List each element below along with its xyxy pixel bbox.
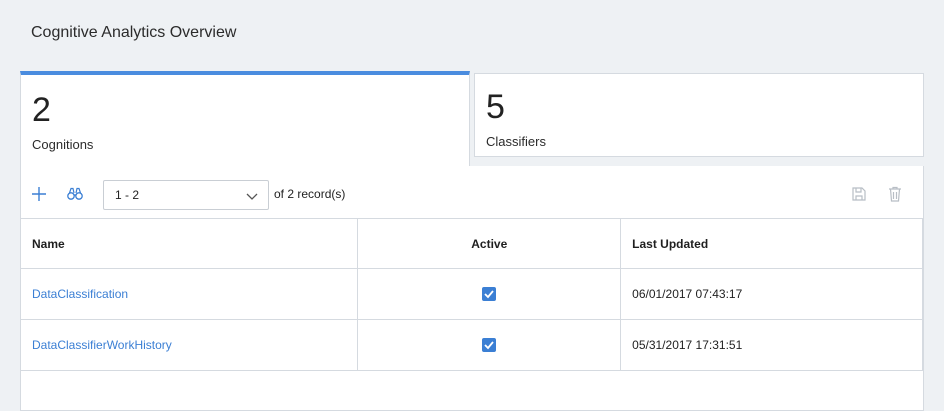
tab-label: Cognitions — [32, 137, 94, 152]
summary-tabs: 2 Cognitions 5 Classifiers — [20, 71, 924, 167]
plus-icon[interactable] — [30, 185, 48, 203]
row-last-updated: 06/01/2017 07:43:17 — [620, 268, 923, 320]
row-name-link[interactable]: DataClassifierWorkHistory — [32, 338, 172, 352]
tab-cognitions[interactable]: 2 Cognitions — [20, 71, 470, 167]
row-name-cell: DataClassification — [21, 268, 359, 320]
table-row: DataClassifierWorkHistory 05/31/2017 17:… — [21, 319, 923, 371]
table-header-row: Name Active Last Updated — [21, 218, 923, 269]
trash-icon[interactable] — [886, 185, 904, 203]
page-range-value: 1 - 2 — [115, 188, 140, 202]
active-checkbox[interactable] — [482, 287, 497, 302]
column-header-last-updated[interactable]: Last Updated — [620, 218, 923, 269]
column-header-name[interactable]: Name — [21, 218, 359, 269]
table-row: DataClassification 06/01/2017 07:43:17 — [21, 268, 923, 320]
toolbar: 1 - 2 of 2 record(s) — [21, 166, 923, 218]
column-header-active[interactable]: Active — [357, 218, 622, 269]
tab-label: Classifiers — [486, 134, 546, 149]
record-count: of 2 record(s) — [274, 187, 346, 201]
tab-classifiers[interactable]: 5 Classifiers — [474, 73, 924, 157]
tab-count: 2 — [32, 91, 51, 129]
tab-count: 5 — [486, 88, 505, 126]
cognitions-panel: 1 - 2 of 2 record(s) Name Active Last Up… — [20, 166, 924, 411]
row-name-link[interactable]: DataClassification — [32, 287, 128, 301]
row-active-cell — [357, 268, 622, 320]
save-icon[interactable] — [850, 185, 868, 203]
row-name-cell: DataClassifierWorkHistory — [21, 319, 359, 371]
binoculars-icon[interactable] — [66, 185, 84, 203]
cognitions-table: Name Active Last Updated DataClassificat… — [21, 218, 923, 371]
row-last-updated: 05/31/2017 17:31:51 — [620, 319, 923, 371]
active-checkbox[interactable] — [482, 338, 497, 353]
row-active-cell — [357, 319, 622, 371]
page-title: Cognitive Analytics Overview — [31, 24, 237, 41]
chevron-down-icon — [246, 189, 258, 207]
page-range-select[interactable]: 1 - 2 — [103, 180, 269, 210]
